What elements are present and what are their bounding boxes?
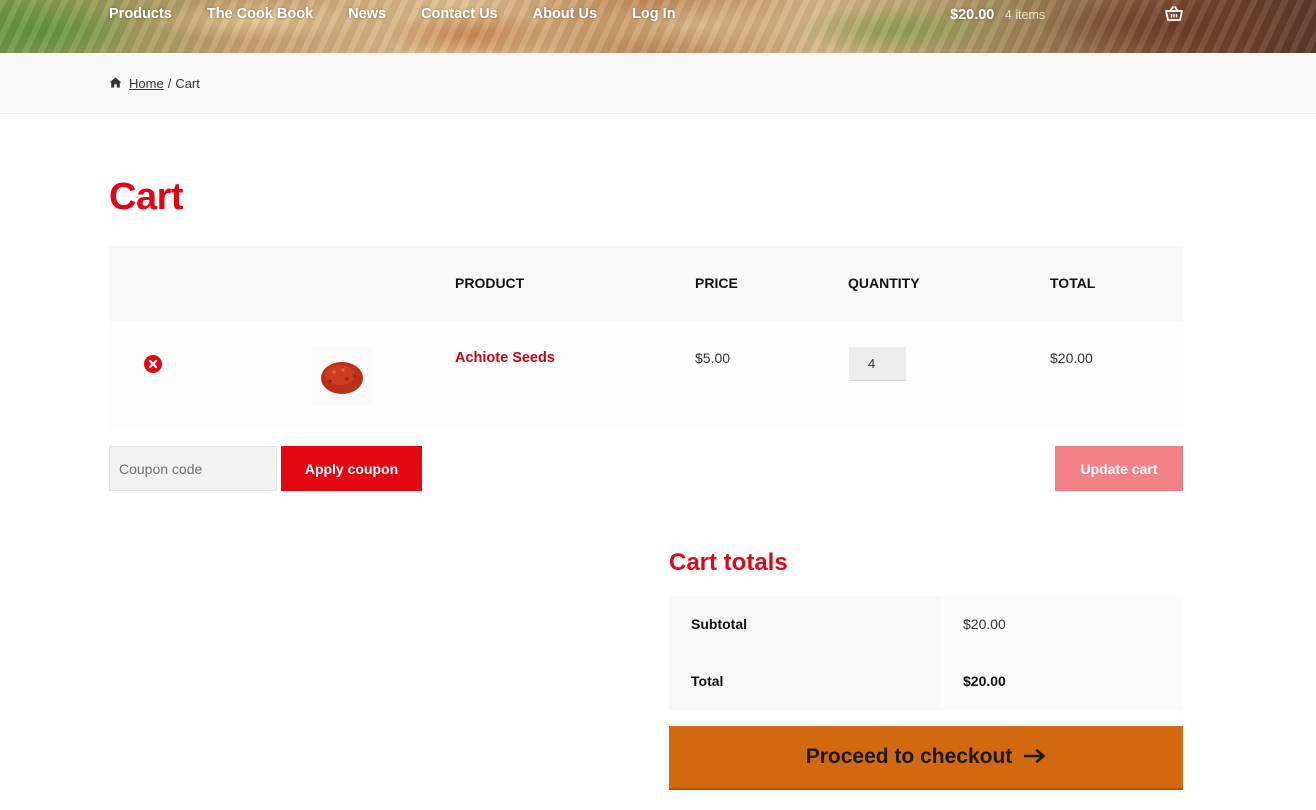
header-cart-summary[interactable]: $20.00 4 items <box>950 6 1045 24</box>
page-title: Cart <box>109 176 184 218</box>
breadcrumb-home-link[interactable]: Home <box>129 76 164 91</box>
checkout-label: Proceed to checkout <box>805 745 1013 768</box>
remove-icon[interactable] <box>144 355 162 373</box>
cart-totals-title: Cart totals <box>669 549 788 576</box>
proceed-to-checkout-button[interactable]: Proceed to checkout <box>669 726 1183 790</box>
header-cart-count: 4 items <box>1004 8 1046 22</box>
nav-log-in[interactable]: Log In <box>632 6 676 22</box>
main-nav: Products The Cook Book News Contact Us A… <box>109 6 711 22</box>
column-header-price: PRICE <box>695 275 738 291</box>
cart-table-header: PRODUCT PRICE QUANTITY TOTAL <box>109 246 1183 321</box>
basket-icon[interactable] <box>1165 6 1183 27</box>
product-name-link[interactable]: Achiote Seeds <box>455 350 555 366</box>
column-header-total: TOTAL <box>1050 275 1096 291</box>
line-total: $20.00 <box>1050 350 1093 366</box>
column-header-product: PRODUCT <box>455 275 525 291</box>
home-icon <box>109 76 122 91</box>
nav-about-us[interactable]: About Us <box>533 6 597 22</box>
quantity-input[interactable] <box>849 347 906 381</box>
column-header-quantity: QUANTITY <box>848 275 920 291</box>
update-cart-button[interactable]: Update cart <box>1055 446 1183 491</box>
subtotal-label: Subtotal <box>691 616 747 632</box>
cart-totals-table: Subtotal $20.00 Total $20.00 <box>669 596 1183 710</box>
breadcrumb-separator: / <box>167 76 172 91</box>
total-row: Total $20.00 <box>669 653 1183 710</box>
subtotal-value: $20.00 <box>963 616 1006 632</box>
nav-news[interactable]: News <box>348 6 386 22</box>
coupon-code-input[interactable] <box>109 446 277 491</box>
breadcrumb: Home / Cart <box>109 76 200 91</box>
total-label: Total <box>691 673 724 689</box>
total-value: $20.00 <box>963 673 1006 689</box>
subtotal-row: Subtotal $20.00 <box>669 596 1183 653</box>
header-cart-amount: $20.00 <box>950 7 995 23</box>
nav-contact-us[interactable]: Contact Us <box>421 6 498 22</box>
product-price: $5.00 <box>695 350 731 366</box>
table-row <box>109 321 1183 429</box>
breadcrumb-bar: Home / Cart <box>0 53 1316 114</box>
cart-table: PRODUCT PRICE QUANTITY TOTAL <box>109 246 1183 429</box>
nav-cook-book[interactable]: The Cook Book <box>207 6 313 22</box>
arrow-right-icon <box>1023 745 1046 769</box>
breadcrumb-current: Cart <box>175 76 200 91</box>
product-thumbnail[interactable] <box>312 346 372 406</box>
site-header: Products The Cook Book News Contact Us A… <box>0 0 1316 53</box>
apply-coupon-button[interactable]: Apply coupon <box>281 446 422 491</box>
nav-products[interactable]: Products <box>109 6 172 22</box>
